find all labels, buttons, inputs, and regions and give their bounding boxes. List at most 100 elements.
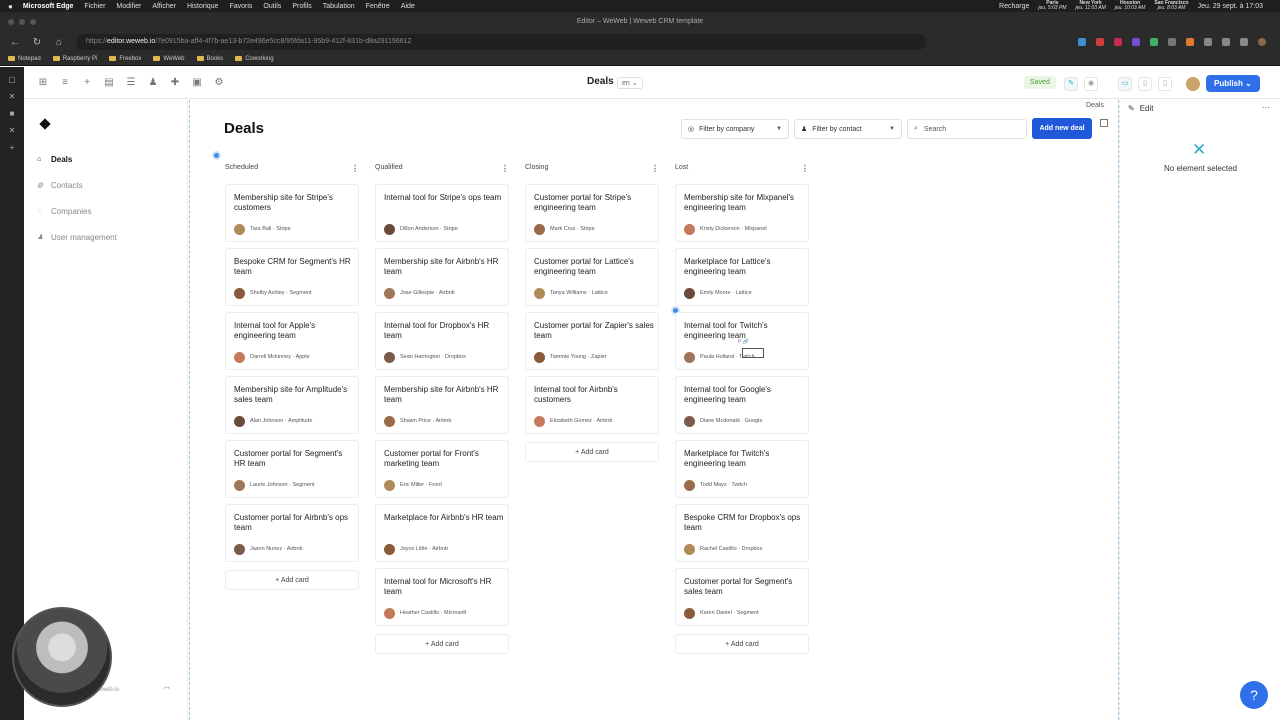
home-icon[interactable]: ⌂ [48, 37, 70, 48]
edit-mode-icon[interactable]: ✎ [1064, 76, 1078, 91]
deal-card[interactable]: Membership site for Airbnb's HR team Shaw… [375, 376, 509, 434]
deal-card[interactable]: Customer portal for Lattice's engineerin… [525, 248, 659, 306]
menu-fenetre[interactable]: Fenêtre [366, 3, 390, 10]
filter-company-select[interactable]: ◎ Filter by company ▼ [681, 119, 789, 139]
menu-modifier[interactable]: Modifier [116, 3, 141, 10]
deal-card[interactable]: Internal tool for Google's engineering t… [675, 376, 809, 434]
add-card-button[interactable]: + Add card [225, 570, 359, 590]
extension-icon[interactable] [1096, 38, 1104, 46]
collections-icon[interactable] [1240, 38, 1248, 46]
selected-text-box[interactable] [742, 348, 764, 358]
deal-card[interactable]: Customer portal for Zapier's sales team T… [525, 312, 659, 370]
deal-card[interactable]: Bespoke CRM for Dropbox's ops team Rachel… [675, 504, 809, 562]
sidebar-item-deals[interactable]: ⌂ Deals [37, 155, 72, 164]
selection-marker[interactable] [212, 151, 221, 160]
bookmark-freebox[interactable]: Freebox [109, 56, 141, 62]
help-button[interactable]: ? [1240, 681, 1268, 709]
add-new-deal-button[interactable]: Add new deal [1032, 118, 1092, 139]
battery-recharge[interactable]: Recharge [999, 3, 1029, 10]
deal-card[interactable]: Bespoke CRM for Segment's HR team Shelby … [225, 248, 359, 306]
column-menu-icon[interactable]: ⋮ [351, 164, 359, 173]
bookmark-coworking[interactable]: Coworking [235, 56, 274, 62]
deal-card[interactable]: Marketplace for Airbnb's HR team Joyce Li… [375, 504, 509, 562]
users-icon[interactable]: ♟ [142, 77, 164, 88]
menu-app-name[interactable]: Microsoft Edge [23, 3, 74, 10]
deal-card[interactable]: Marketplace for Twitch's engineering tea… [675, 440, 809, 498]
sidebar-item-contacts[interactable]: ◍ Contacts [37, 181, 83, 190]
filter-contact-select[interactable]: ♟ Filter by contact ▼ [794, 119, 902, 139]
datetime[interactable]: Jeu. 29 sept. à 17:03 [1198, 3, 1263, 10]
data-icon[interactable]: ☰ [120, 77, 142, 88]
address-bar[interactable]: https://editor.weweb.io/7e0915ba-aff4-4f… [76, 34, 926, 50]
extension-icon[interactable] [1150, 38, 1158, 46]
language-selector[interactable]: en ⌄ [617, 77, 643, 89]
deal-card[interactable]: Internal tool for Stripe's ops team Dillo… [375, 184, 509, 242]
deal-card[interactable]: Customer portal for Front's marketing te… [375, 440, 509, 498]
logout-icon[interactable]: ↦ [164, 684, 170, 692]
pages-icon[interactable]: ▤ [98, 77, 120, 88]
menu-aide[interactable]: Aide [401, 3, 415, 10]
extension-icon[interactable] [1114, 38, 1122, 46]
avatar[interactable] [1186, 76, 1200, 91]
back-icon[interactable]: ← [4, 37, 26, 48]
deal-card[interactable]: Membership site for Stripe's customers Ta… [225, 184, 359, 242]
extension-icon[interactable] [1186, 38, 1194, 46]
extension-icon[interactable] [1132, 38, 1140, 46]
extension-icon[interactable] [1168, 38, 1176, 46]
search-input[interactable]: ⌕ Search [907, 119, 1027, 139]
menu-afficher[interactable]: Afficher [152, 3, 176, 10]
deal-card[interactable]: Marketplace for Lattice's engineering te… [675, 248, 809, 306]
menu-fichier[interactable]: Fichier [84, 3, 105, 10]
deal-card[interactable]: Internal tool for Airbnb's customers Eliz… [525, 376, 659, 434]
close-window-icon[interactable] [8, 19, 14, 25]
element-mini-toolbar[interactable]: P 🔗 [738, 339, 749, 345]
menu-tabulation[interactable]: Tabulation [323, 3, 355, 10]
column-menu-icon[interactable]: ⋮ [801, 164, 809, 173]
add-card-button[interactable]: + Add card [375, 634, 509, 654]
grid-icon[interactable]: ⊞ [32, 77, 54, 88]
deal-card[interactable]: Customer portal for Stripe's engineering… [525, 184, 659, 242]
favorites-icon[interactable] [1222, 38, 1230, 46]
menu-profils[interactable]: Profils [292, 3, 311, 10]
deal-card[interactable]: Customer portal for Airbnb's ops team Jas… [225, 504, 359, 562]
bookmark-notepad[interactable]: Notepad [8, 56, 41, 62]
deal-card[interactable]: Customer portal for Segment's HR team Lau… [225, 440, 359, 498]
menu-outils[interactable]: Outils [263, 3, 281, 10]
more-icon[interactable]: ⋯ [1262, 103, 1270, 112]
apple-icon[interactable]: ● [8, 2, 13, 11]
column-menu-icon[interactable]: ⋮ [651, 164, 659, 173]
code-icon[interactable]: ▣ [186, 77, 208, 88]
bookmark-weweb[interactable]: WeWeb [153, 56, 185, 62]
sidebar-item-companies[interactable]: ◌ Companies [37, 207, 91, 216]
menu-historique[interactable]: Historique [187, 3, 219, 10]
deal-card[interactable]: Customer portal for Segment's sales team… [675, 568, 809, 626]
extension-icon[interactable] [1078, 38, 1086, 46]
preview-mode-icon[interactable]: ◉ [1084, 76, 1098, 91]
close-tab-icon[interactable]: ✕ [0, 126, 24, 135]
add-element-icon[interactable]: + [76, 77, 98, 88]
column-menu-icon[interactable]: ⋮ [501, 164, 509, 173]
deal-card[interactable]: Membership site for Mixpanel's engineeri… [675, 184, 809, 242]
settings-icon[interactable]: ⚙ [208, 77, 230, 88]
tablet-view-icon[interactable]: ▯ [1138, 76, 1152, 91]
edit-tab[interactable]: ✎ Edit [1128, 104, 1154, 113]
add-card-button[interactable]: + Add card [675, 634, 809, 654]
deal-card[interactable]: Internal tool for Microsoft's HR team Hea… [375, 568, 509, 626]
menu-icon[interactable]: ≡ [54, 77, 76, 88]
page-selector[interactable]: Deals [587, 76, 614, 87]
reload-icon[interactable]: ↻ [26, 37, 48, 48]
bookmark-raspberry[interactable]: Raspberry Pi [52, 56, 97, 62]
extension-icon[interactable] [1204, 38, 1212, 46]
plugins-icon[interactable]: ✚ [164, 77, 186, 88]
close-tab-icon[interactable]: ✕ [0, 92, 24, 101]
publish-button[interactable]: Publish ⌄ [1206, 75, 1260, 92]
deal-card[interactable]: Membership site for Amplitude's sales te… [225, 376, 359, 434]
active-tab-icon[interactable]: ■ [0, 109, 24, 118]
mobile-view-icon[interactable]: ▯ [1158, 76, 1172, 91]
tab-panel-icon[interactable]: ▢ [0, 75, 24, 84]
window-controls[interactable] [8, 19, 36, 25]
deal-card[interactable]: Internal tool for Apple's engineering te… [225, 312, 359, 370]
minimize-window-icon[interactable] [19, 19, 25, 25]
sidebar-item-user-management[interactable]: ♟ User management [37, 233, 117, 242]
new-tab-icon[interactable]: + [0, 143, 24, 152]
